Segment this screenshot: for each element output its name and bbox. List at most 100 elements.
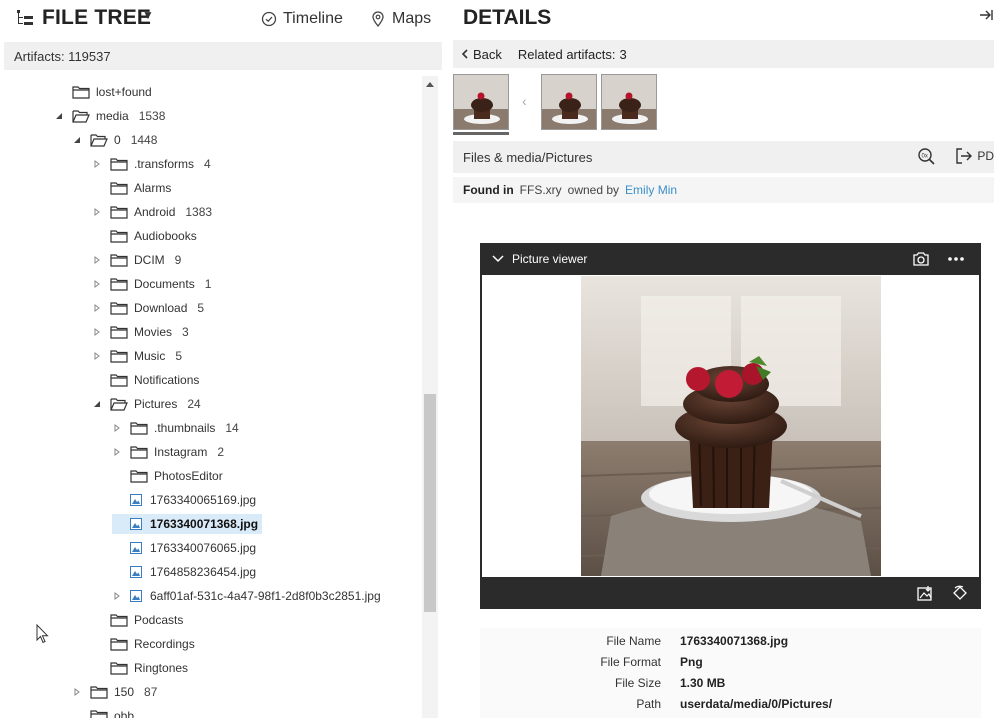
file-properties: File Name 1763340071368.jpg File Format Png… xyxy=(480,628,981,718)
folder-icon xyxy=(110,181,128,195)
back-label: Back xyxy=(473,46,502,62)
export-pdf-button[interactable]: PD xyxy=(955,147,994,165)
folder-icon xyxy=(130,469,148,483)
tree-folder-row[interactable]: Podcasts xyxy=(92,610,183,630)
collapsed-triangle-icon[interactable] xyxy=(92,207,102,217)
save-image-icon[interactable] xyxy=(916,585,934,601)
tree-file-row[interactable]: 1763340065169.jpg xyxy=(112,490,256,510)
more-options-icon[interactable] xyxy=(948,256,964,262)
tree-folder-row[interactable]: Android 1383 xyxy=(92,202,212,222)
tree-folder-row[interactable]: PhotosEditor xyxy=(112,466,223,486)
tree-folder-row[interactable]: Documents 1 xyxy=(92,274,211,294)
thumbnail-3[interactable] xyxy=(601,74,657,130)
property-value[interactable]: Png xyxy=(680,655,703,669)
twisty-placeholder xyxy=(92,663,102,673)
found-in-label: Found in xyxy=(463,183,514,197)
tree-scrollbar[interactable] xyxy=(422,76,438,718)
tree-folder-row[interactable]: 150 87 xyxy=(72,682,157,702)
twisty-placeholder xyxy=(112,519,122,529)
thumbnail-2[interactable] xyxy=(541,74,597,130)
tree-folder-row[interactable]: Download 5 xyxy=(92,298,204,318)
svg-text:0x: 0x xyxy=(922,154,928,160)
collapsed-triangle-icon[interactable] xyxy=(112,591,122,601)
folder-icon xyxy=(90,685,108,699)
folder-icon xyxy=(110,229,128,243)
folder-icon xyxy=(72,85,90,99)
tree-folder-row[interactable]: Alarms xyxy=(92,178,171,198)
expanded-triangle-icon[interactable] xyxy=(92,399,102,409)
tree-item-label: Podcasts xyxy=(134,613,184,627)
property-row: Path userdata/media/0/Pictures/ xyxy=(480,694,981,715)
cupcake-photo[interactable] xyxy=(581,276,881,576)
owner-link[interactable]: Emily Min xyxy=(625,183,677,197)
collapse-arrow-icon[interactable] xyxy=(979,8,993,22)
chevron-down-icon[interactable] xyxy=(492,255,504,263)
picture-viewer-header[interactable]: Picture viewer xyxy=(480,243,981,275)
caret-down-icon[interactable]: ▼ xyxy=(142,8,154,22)
expanded-triangle-icon[interactable] xyxy=(54,111,64,121)
tree-folder-row[interactable]: media 1538 xyxy=(54,106,165,126)
tree-file-row[interactable]: 1763340071368.jpg xyxy=(112,514,263,534)
tree-folder-row[interactable]: DCIM 9 xyxy=(92,250,181,270)
twisty-placeholder xyxy=(92,639,102,649)
tree-folder-row[interactable]: Music 5 xyxy=(92,346,182,366)
folder-icon xyxy=(110,661,128,675)
property-row: File Format Png xyxy=(480,652,981,673)
map-pin-icon xyxy=(372,11,384,27)
back-button[interactable]: Back xyxy=(461,47,502,62)
twisty-placeholder xyxy=(112,471,122,481)
thumbnail-1[interactable] xyxy=(453,74,509,130)
file-tree-icon xyxy=(17,10,33,25)
collapsed-triangle-icon[interactable] xyxy=(92,303,102,313)
tree-folder-row[interactable]: Instagram 2 xyxy=(112,442,224,462)
collapsed-triangle-icon[interactable] xyxy=(112,423,122,433)
tree-folder-row[interactable]: Notifications xyxy=(92,370,199,390)
tree-item-label: Movies xyxy=(134,325,173,339)
collapsed-triangle-icon[interactable] xyxy=(92,159,102,169)
tree-folder-row[interactable]: Audiobooks xyxy=(92,226,197,246)
tree-folder-row[interactable]: Recordings xyxy=(92,634,195,654)
tree-file-row[interactable]: 6aff01af-531c-4a47-98f1-2d8f0b3c2851.jpg xyxy=(112,586,381,606)
hex-view-icon[interactable]: 0x xyxy=(917,147,937,165)
twisty-placeholder xyxy=(112,567,122,577)
collapsed-triangle-icon[interactable] xyxy=(92,255,102,265)
folder-icon xyxy=(110,277,128,291)
expanded-triangle-icon[interactable] xyxy=(72,135,82,145)
tree-folder-row[interactable]: lost+found xyxy=(54,82,152,102)
collapsed-triangle-icon[interactable] xyxy=(92,279,102,289)
maps-label: Maps xyxy=(392,10,432,27)
scrollbar-thumb[interactable] xyxy=(424,394,436,612)
tree-folder-row[interactable]: Movies 3 xyxy=(92,322,189,342)
tree-file-row[interactable]: 1763340076065.jpg xyxy=(112,538,256,558)
export-icon xyxy=(956,148,973,164)
tree-folder-row[interactable]: Pictures 24 xyxy=(92,394,201,414)
camera-icon[interactable] xyxy=(912,251,930,267)
property-value[interactable]: 1763340071368.jpg xyxy=(680,634,788,648)
property-key: File Name xyxy=(606,634,661,648)
chevron-left-icon[interactable]: ‹ xyxy=(522,93,527,109)
collapsed-triangle-icon[interactable] xyxy=(112,447,122,457)
collapsed-triangle-icon[interactable] xyxy=(92,351,102,361)
picture-viewer-footer xyxy=(480,577,981,609)
tree-item-count: 9 xyxy=(174,253,182,267)
tree-folder-row[interactable]: Ringtones xyxy=(92,658,188,678)
collapsed-triangle-icon[interactable] xyxy=(72,687,82,697)
tree-item-label: Recordings xyxy=(134,637,195,651)
maps-button[interactable]: Maps xyxy=(370,9,431,29)
file-tree-title[interactable]: FILE TREE xyxy=(42,6,151,30)
tree-file-row[interactable]: 1764858236454.jpg xyxy=(112,562,256,582)
tree-folder-row[interactable]: obb xyxy=(72,706,134,718)
collapsed-triangle-icon[interactable] xyxy=(92,327,102,337)
tree-item-label: 6aff01af-531c-4a47-98f1-2d8f0b3c2851.jpg xyxy=(150,589,381,603)
property-value[interactable]: 1.30 MB xyxy=(680,676,725,690)
property-value[interactable]: userdata/media/0/Pictures/ xyxy=(680,697,832,711)
tree-folder-row[interactable]: .transforms 4 xyxy=(92,154,211,174)
tree-folder-row[interactable]: .thumbnails 14 xyxy=(112,418,239,438)
rotate-icon[interactable] xyxy=(952,585,968,601)
twisty-placeholder xyxy=(92,231,102,241)
file-tree-header: FILE TREE ▼ Timeline Maps xyxy=(0,0,446,38)
timeline-button[interactable]: Timeline xyxy=(261,9,343,29)
image-file-icon xyxy=(130,590,142,602)
tree-folder-row[interactable]: 0 1448 xyxy=(72,130,157,150)
scroll-up-icon[interactable] xyxy=(425,80,435,88)
